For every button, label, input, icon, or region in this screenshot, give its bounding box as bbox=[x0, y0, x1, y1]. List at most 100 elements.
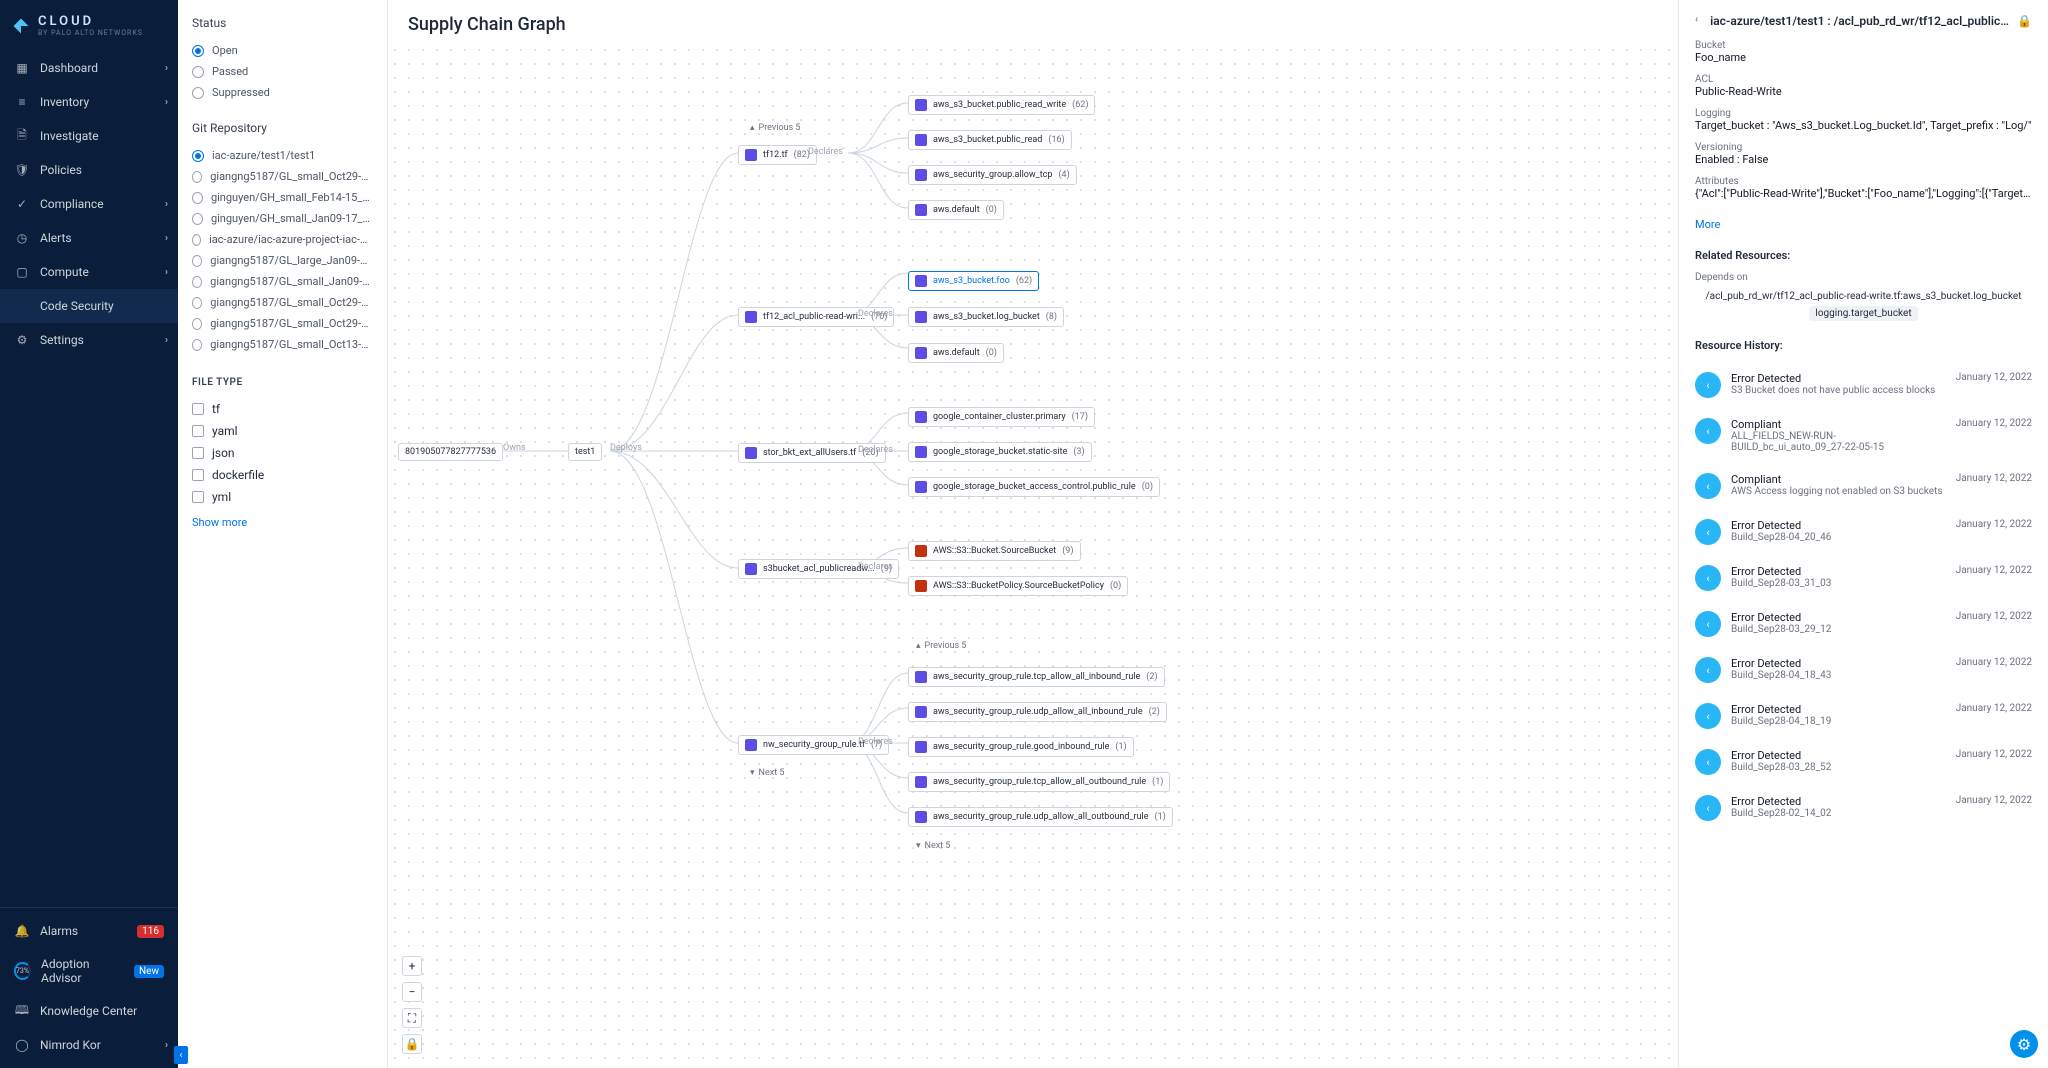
nav-item-settings[interactable]: ⚙Settings› bbox=[0, 323, 178, 357]
history-item[interactable]: ‹Error DetectedS3 Bucket does not have p… bbox=[1695, 362, 2032, 408]
repo-option[interactable]: giangng5187/GL_small_Oct29-14_09_43 bbox=[192, 166, 373, 187]
status-option[interactable]: Suppressed bbox=[192, 82, 373, 103]
bucket-label: Bucket bbox=[1695, 40, 2032, 51]
node-resource[interactable]: aws_security_group.allow_tcp(4) bbox=[908, 165, 1077, 185]
nav-item-inventory[interactable]: ≡Inventory› bbox=[0, 85, 178, 119]
node-label: google_storage_bucket.static-site bbox=[933, 447, 1067, 457]
node-resource[interactable]: aws_security_group_rule.tcp_allow_all_ou… bbox=[908, 772, 1170, 792]
nav-item-investigate[interactable]: 🗎Investigate bbox=[0, 119, 178, 153]
nav-item-compute[interactable]: ▢Compute› bbox=[0, 255, 178, 289]
node-file[interactable]: tf12.tf(82) bbox=[738, 145, 817, 165]
pager-next-files[interactable]: ▾ Next 5 bbox=[750, 768, 784, 778]
node-root[interactable]: 801905077827777536 bbox=[398, 443, 503, 461]
pager-prev-res[interactable]: ▴ Previous 5 bbox=[916, 641, 966, 651]
related-heading: Related Resources: bbox=[1695, 249, 2032, 262]
pager-prev-files[interactable]: ▴ Previous 5 bbox=[750, 123, 800, 133]
radio-icon bbox=[192, 150, 204, 162]
nav-item-dashboard[interactable]: ▦Dashboard› bbox=[0, 51, 178, 85]
edge-declares-2: Declares bbox=[858, 309, 893, 319]
history-item[interactable]: ‹Error DetectedBuild_Sep28-04_20_46Janua… bbox=[1695, 509, 2032, 555]
node-resource[interactable]: google_storage_bucket_access_control.pub… bbox=[908, 477, 1160, 497]
filetype-option[interactable]: yaml bbox=[192, 420, 373, 442]
history-item[interactable]: ‹Error DetectedBuild_Sep28-03_31_03Janua… bbox=[1695, 555, 2032, 601]
terraform-icon bbox=[745, 447, 757, 459]
pager-next-res[interactable]: ▾ Next 5 bbox=[916, 841, 950, 851]
node-resource[interactable]: aws.default(0) bbox=[908, 200, 1004, 220]
history-icon: ‹ bbox=[1695, 418, 1721, 444]
nav-item-code-security[interactable]: Code Security bbox=[0, 289, 178, 323]
node-resource[interactable]: aws_s3_bucket.public_read(16) bbox=[908, 130, 1072, 150]
repo-option[interactable]: giangng5187/GL_small_Oct29-14_09_32 bbox=[192, 292, 373, 313]
terraform-icon bbox=[915, 311, 927, 323]
edge-deploys-label: Deploys bbox=[610, 443, 642, 453]
progress-ring-icon: 73% bbox=[14, 962, 31, 980]
nav-bottom-knowledge-center[interactable]: 🕮Knowledge Center bbox=[0, 994, 178, 1028]
nav-item-alerts[interactable]: ◷Alerts› bbox=[0, 221, 178, 255]
node-label: aws_security_group.allow_tcp bbox=[933, 170, 1052, 180]
repo-option[interactable]: ginguyen/GH_small_Jan09-17_25_31 bbox=[192, 208, 373, 229]
filetype-option[interactable]: yml bbox=[192, 486, 373, 508]
node-resource[interactable]: aws_security_group_rule.tcp_allow_all_in… bbox=[908, 667, 1165, 687]
node-resource[interactable]: aws_s3_bucket.public_read_write(62) bbox=[908, 95, 1095, 115]
zoom-fit-button[interactable]: ⛶ bbox=[402, 1008, 422, 1028]
option-label: giangng5187/GL_large_Jan09-15_37_49 bbox=[210, 254, 373, 267]
related-tag[interactable]: logging.target_bucket bbox=[1809, 306, 1917, 321]
nav-item-compliance[interactable]: ✓Compliance› bbox=[0, 187, 178, 221]
show-more-link[interactable]: Show more bbox=[192, 516, 247, 529]
history-item[interactable]: ‹Error DetectedBuild_Sep28-04_18_43Janua… bbox=[1695, 647, 2032, 693]
chevron-right-icon: › bbox=[165, 199, 168, 210]
square-icon: ▢ bbox=[14, 264, 30, 280]
sidebar-collapse-button[interactable]: ‹ bbox=[174, 1046, 188, 1064]
acl-value: Public-Read-Write bbox=[1695, 85, 2032, 98]
zoom-in-button[interactable]: + bbox=[402, 956, 422, 976]
zoom-lock-button[interactable]: 🔒 bbox=[402, 1034, 422, 1054]
repo-option[interactable]: giangng5187/GL_small_Jan09-15_37_43 bbox=[192, 271, 373, 292]
versioning-label: Versioning bbox=[1695, 142, 2032, 153]
node-resource[interactable]: AWS::S3::Bucket.SourceBucket(9) bbox=[908, 541, 1081, 561]
history-icon: ‹ bbox=[1695, 703, 1721, 729]
support-icon[interactable]: ⚙ bbox=[2010, 1030, 2038, 1058]
attributes-value: {"Acl":["Public-Read-Write"],"Bucket":["… bbox=[1695, 187, 2032, 200]
repo-option[interactable]: iac-azure/iac-azure-project-iac-github/i… bbox=[192, 229, 373, 250]
filetype-option[interactable]: dockerfile bbox=[192, 464, 373, 486]
nav-bottom-alarms[interactable]: 🔔Alarms116 bbox=[0, 914, 178, 948]
node-resource[interactable]: aws_s3_bucket.foo(62) bbox=[908, 271, 1039, 291]
history-subtitle: Build_Sep28-04_20_46 bbox=[1731, 532, 1946, 543]
history-item[interactable]: ‹Error DetectedBuild_Sep28-03_28_52Janua… bbox=[1695, 739, 2032, 785]
repo-option[interactable]: giangng5187/GL_large_Jan09-15_37_49 bbox=[192, 250, 373, 271]
node-count: (16) bbox=[1048, 135, 1064, 145]
graph-canvas[interactable]: 801905077827777536 Owns test1 Deploys ▴ … bbox=[388, 43, 1678, 1068]
history-item[interactable]: ‹CompliantAWS Access logging not enabled… bbox=[1695, 463, 2032, 509]
nav-bottom-adoption-advisor[interactable]: 73%Adoption AdvisorNew bbox=[0, 948, 178, 994]
history-item[interactable]: ‹Error DetectedBuild_Sep28-03_29_12Janua… bbox=[1695, 601, 2032, 647]
option-label: ginguyen/GH_small_Feb14-15_38_01 bbox=[211, 191, 373, 204]
repo-option[interactable]: ginguyen/GH_small_Feb14-15_38_01 bbox=[192, 187, 373, 208]
history-subtitle: Build_Sep28-04_18_43 bbox=[1731, 670, 1946, 681]
node-resource[interactable]: google_storage_bucket.static-site(3) bbox=[908, 442, 1092, 462]
node-resource[interactable]: aws_s3_bucket.log_bucket(8) bbox=[908, 307, 1064, 327]
status-option[interactable]: Passed bbox=[192, 61, 373, 82]
history-item[interactable]: ‹Error DetectedBuild_Sep28-02_14_02Janua… bbox=[1695, 785, 2032, 831]
node-resource[interactable]: aws_security_group_rule.good_inbound_rul… bbox=[908, 737, 1134, 757]
filetype-option[interactable]: json bbox=[192, 442, 373, 464]
repo-option[interactable]: iac-azure/test1/test1 bbox=[192, 145, 373, 166]
node-resource[interactable]: aws.default(0) bbox=[908, 343, 1004, 363]
zoom-out-button[interactable]: − bbox=[402, 982, 422, 1002]
status-option[interactable]: Open bbox=[192, 40, 373, 61]
repo-option[interactable]: giangng5187/GL_small_Oct13-07_24_49 bbox=[192, 334, 373, 355]
node-resource[interactable]: aws_security_group_rule.udp_allow_all_in… bbox=[908, 702, 1167, 722]
page-title: Supply Chain Graph bbox=[388, 0, 1678, 43]
nav-bottom-nimrod-kor[interactable]: ◯Nimrod Kor› bbox=[0, 1028, 178, 1062]
node-project[interactable]: test1 bbox=[568, 443, 602, 461]
node-resource[interactable]: google_container_cluster.primary(17) bbox=[908, 407, 1095, 427]
history-item[interactable]: ‹Error DetectedBuild_Sep28-04_18_19Janua… bbox=[1695, 693, 2032, 739]
details-collapse-button[interactable]: ‹ bbox=[1695, 14, 1698, 25]
node-resource[interactable]: aws_security_group_rule.udp_allow_all_ou… bbox=[908, 807, 1173, 827]
node-label: aws_security_group_rule.udp_allow_all_ou… bbox=[933, 812, 1149, 822]
history-item[interactable]: ‹CompliantALL_FIELDS_NEW-RUN-BUILD_bc_ui… bbox=[1695, 408, 2032, 463]
node-resource[interactable]: AWS::S3::BucketPolicy.SourceBucketPolicy… bbox=[908, 576, 1128, 596]
repo-option[interactable]: giangng5187/GL_small_Oct29-14_09_39 bbox=[192, 313, 373, 334]
nav-item-policies[interactable]: 🛡Policies bbox=[0, 153, 178, 187]
filetype-option[interactable]: tf bbox=[192, 398, 373, 420]
more-link[interactable]: More bbox=[1695, 218, 1720, 231]
